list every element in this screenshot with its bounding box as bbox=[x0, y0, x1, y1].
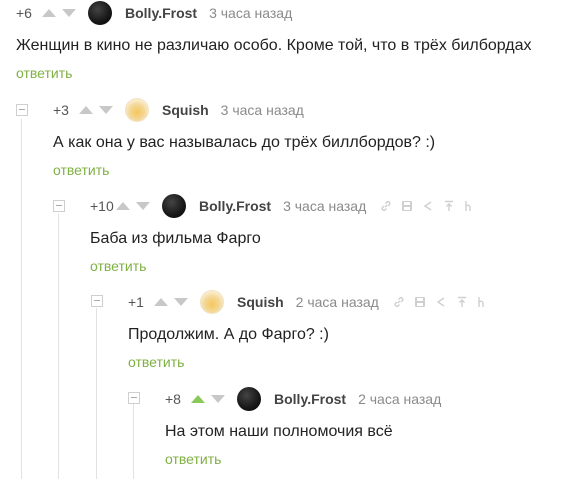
collapse-toggle[interactable] bbox=[91, 295, 103, 307]
comment-rating: +6 bbox=[16, 5, 32, 21]
comment-rating: +10 bbox=[90, 198, 114, 214]
upvote-arrow-icon[interactable] bbox=[154, 298, 168, 306]
pin-icon[interactable] bbox=[443, 200, 455, 212]
comment-time[interactable]: 2 часа назад bbox=[358, 391, 441, 407]
comment-text: Продолжим. А до Фарго? :) bbox=[128, 326, 329, 343]
reply-link[interactable]: ответить bbox=[90, 258, 146, 274]
avatar[interactable] bbox=[237, 387, 261, 411]
reply-link[interactable]: ответить bbox=[165, 451, 221, 467]
comment-author[interactable]: Bolly.Frost bbox=[274, 391, 346, 407]
reply-link[interactable]: ответить bbox=[16, 65, 72, 81]
upvote-arrow-icon[interactable] bbox=[116, 202, 130, 210]
avatar[interactable] bbox=[162, 194, 186, 218]
thread-line bbox=[133, 404, 134, 479]
comment-header: +1 Squish 2 часа назад bbox=[128, 290, 487, 314]
share-icon[interactable] bbox=[435, 296, 447, 308]
avatar[interactable] bbox=[88, 1, 112, 25]
comment-time[interactable]: 2 часа назад bbox=[296, 294, 379, 310]
downvote-arrow-icon[interactable] bbox=[62, 9, 76, 17]
comment-tools bbox=[393, 296, 487, 308]
comment-header: +3 Squish 3 часа назад bbox=[53, 98, 318, 122]
downvote-arrow-icon[interactable] bbox=[136, 202, 150, 210]
h-icon[interactable] bbox=[464, 200, 474, 212]
comment-header: +8 Bolly.Frost 2 часа назад bbox=[165, 387, 455, 411]
downvote-arrow-icon[interactable] bbox=[174, 298, 188, 306]
thread-line bbox=[96, 308, 97, 479]
comment-rating: +8 bbox=[165, 391, 181, 407]
collapse-toggle[interactable] bbox=[53, 200, 65, 212]
comment-text: Баба из фильма Фарго bbox=[90, 230, 261, 247]
comment-author[interactable]: Bolly.Frost bbox=[199, 198, 271, 214]
thread-line bbox=[21, 119, 22, 479]
pin-icon[interactable] bbox=[456, 296, 468, 308]
collapse-toggle[interactable] bbox=[16, 104, 28, 116]
comment-time[interactable]: 3 часа назад bbox=[283, 198, 366, 214]
downvote-arrow-icon[interactable] bbox=[99, 106, 113, 114]
thread-line bbox=[58, 214, 59, 479]
comment-tools bbox=[380, 200, 474, 212]
comment-header: +10 Bolly.Frost 3 часа назад bbox=[90, 194, 474, 218]
avatar[interactable] bbox=[200, 290, 224, 314]
comment-text: А как она у вас называлась до трёх биллб… bbox=[53, 134, 436, 151]
h-icon[interactable] bbox=[477, 296, 487, 308]
link-icon[interactable] bbox=[380, 200, 392, 212]
comment-rating: +1 bbox=[128, 294, 144, 310]
link-icon[interactable] bbox=[393, 296, 405, 308]
upvote-arrow-icon[interactable] bbox=[79, 106, 93, 114]
upvote-arrow-icon[interactable] bbox=[42, 9, 56, 17]
comment-author[interactable]: Bolly.Frost bbox=[125, 5, 197, 21]
comment-text: На этом наши полномочия всё bbox=[165, 423, 393, 440]
upvote-arrow-icon[interactable] bbox=[191, 395, 205, 403]
comment-time[interactable]: 3 часа назад bbox=[221, 102, 304, 118]
collapse-toggle[interactable] bbox=[128, 392, 140, 404]
avatar[interactable] bbox=[125, 98, 149, 122]
comment-author[interactable]: Squish bbox=[162, 102, 209, 118]
comment-header: +6 Bolly.Frost 3 часа назад bbox=[16, 1, 306, 25]
comment-rating: +3 bbox=[53, 102, 69, 118]
comment-author[interactable]: Squish bbox=[237, 294, 284, 310]
reply-link[interactable]: ответить bbox=[128, 354, 184, 370]
comment-text: Женщин в кино не различаю особо. Кроме т… bbox=[16, 37, 532, 54]
comment-time[interactable]: 3 часа назад bbox=[209, 5, 292, 21]
save-icon[interactable] bbox=[401, 200, 413, 212]
downvote-arrow-icon[interactable] bbox=[211, 395, 225, 403]
reply-link[interactable]: ответить bbox=[53, 162, 109, 178]
share-icon[interactable] bbox=[422, 200, 434, 212]
save-icon[interactable] bbox=[414, 296, 426, 308]
